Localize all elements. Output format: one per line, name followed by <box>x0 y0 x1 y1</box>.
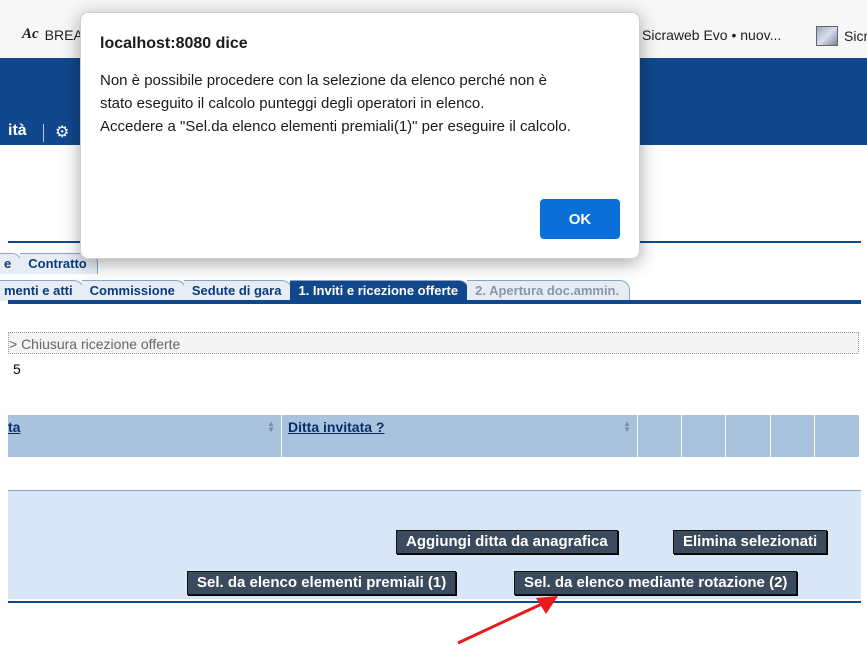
menu-divider <box>43 124 44 142</box>
sort-icon[interactable]: ▲ ▼ <box>623 420 631 434</box>
bookmark-label: Sicraweb Evo • nuov... <box>642 27 782 43</box>
column-header-empty <box>638 415 682 457</box>
dialog-message-line: Accedere a "Sel.da elenco elementi premi… <box>100 118 571 135</box>
column-header-empty <box>815 415 859 457</box>
tab-underline <box>8 300 861 304</box>
bookmark-breadcrumb[interactable]: Ac BREA <box>22 26 83 43</box>
bookmark-label: Sicr <box>844 28 867 44</box>
add-from-registry-button[interactable]: Aggiungi ditta da anagrafica <box>396 530 618 554</box>
tab-apertura-doc[interactable]: 2. Apertura doc.ammin. <box>467 280 631 301</box>
column-header-empty <box>682 415 726 457</box>
tab-commissione[interactable]: Commissione <box>81 280 186 301</box>
dialog-message-line: stato eseguito il calcolo punteggi degli… <box>100 95 485 112</box>
column-header-empty <box>771 415 815 457</box>
tab-partial[interactable]: e <box>0 253 23 274</box>
arrow-shaft <box>457 600 547 645</box>
bottom-divider-line <box>8 601 861 603</box>
dialog-title: localhost:8080 dice <box>100 35 248 52</box>
dialog-message-line: Non è possibile procedere con la selezio… <box>100 72 547 89</box>
column-header-ditta[interactable]: ta ▲ ▼ <box>8 415 282 457</box>
sort-icon[interactable]: ▲ ▼ <box>267 420 275 434</box>
select-premium-button[interactable]: Sel. da elenco elementi premiali (1) <box>187 571 457 595</box>
tab-documenti-atti[interactable]: menti e atti <box>0 280 84 301</box>
ac-logo-icon: Ac <box>22 26 39 42</box>
red-arrow-annotation <box>457 596 558 645</box>
column-header-empty <box>726 415 771 457</box>
select-rotation-button[interactable]: Sel. da elenco mediante rotazione (2) <box>514 571 798 595</box>
column-header-label[interactable]: Ditta invitata ? <box>288 419 384 435</box>
dialog-message: Non è possibile procedere con la selezio… <box>100 69 620 138</box>
image-icon <box>816 26 838 46</box>
bookmark-sicraweb[interactable]: Sicraweb Evo • nuov... <box>633 26 781 44</box>
alert-dialog: localhost:8080 dice Non è possibile proc… <box>80 12 640 259</box>
bookmark-sicr[interactable]: Sicr <box>816 26 867 46</box>
action-panel: Aggiungi ditta da anagrafica Elimina sel… <box>8 490 861 599</box>
column-header-label[interactable]: ta <box>8 419 20 435</box>
record-count: 5 <box>13 361 21 377</box>
tab-inviti-ricezione[interactable]: 1. Inviti e ricezione offerte <box>290 280 470 301</box>
menu-item-label[interactable]: ità <box>8 122 27 140</box>
tab-bar-main: menti e atti Commissione Sedute di gara … <box>0 279 631 301</box>
breadcrumb: > Chiusura ricezione offerte <box>8 332 859 354</box>
column-header-ditta-invitata[interactable]: Ditta invitata ? ▲ ▼ <box>282 415 638 457</box>
delete-selected-button[interactable]: Elimina selezionati <box>673 530 828 554</box>
bookmark-label: BREA <box>44 26 83 43</box>
gear-icon[interactable]: ⚙ <box>55 122 69 142</box>
tab-sedute-gara[interactable]: Sedute di gara <box>183 280 293 301</box>
ok-button[interactable]: OK <box>540 199 620 239</box>
table-header: ta ▲ ▼ Ditta invitata ? ▲ ▼ <box>8 415 859 457</box>
